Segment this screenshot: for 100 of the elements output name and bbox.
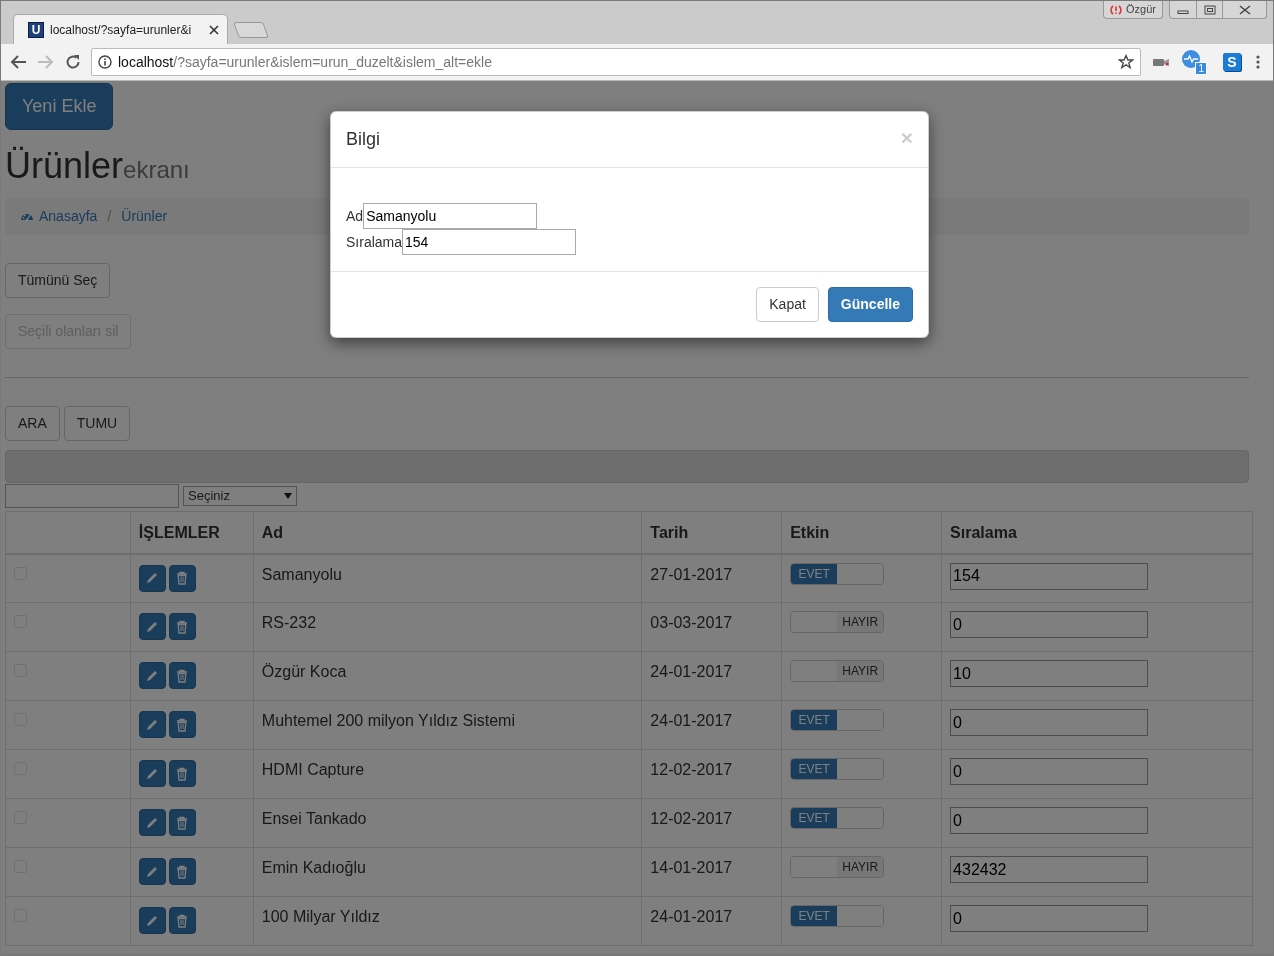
edit-button[interactable]	[138, 613, 166, 641]
breadcrumb-link[interactable]: Ürünler	[121, 205, 168, 227]
extension-logo[interactable]: S	[1223, 53, 1241, 71]
pulse-icon	[1181, 49, 1201, 69]
column-header: İŞLEMLER	[130, 511, 254, 554]
date-text: 12-02-2017	[650, 761, 733, 779]
field-label: Ad	[346, 206, 364, 226]
product-name: Emin Kadıoğlu	[261, 859, 366, 877]
page-subtitle: ekranı	[123, 156, 190, 183]
pencil-icon	[145, 766, 160, 781]
address-host: localhost	[118, 52, 174, 72]
pencil-icon	[145, 571, 160, 586]
profile-name: Özgür	[1126, 2, 1156, 18]
close-icon	[1238, 4, 1251, 15]
trash-icon	[176, 766, 189, 781]
address-path: /?sayfa=urunler&islem=urun_duzelt&islem_alt=ekle	[173, 52, 493, 72]
filter-field[interactable]	[5, 483, 179, 508]
edit-button[interactable]	[138, 564, 166, 592]
product-name: Muhtemel 200 milyon Yıldız Sistemi	[261, 712, 515, 730]
status-switch[interactable]: HAYIR	[790, 856, 885, 879]
date-text: 14-01-2017	[650, 859, 733, 877]
trash-icon	[176, 717, 189, 732]
update-button[interactable]: Güncelle	[827, 287, 913, 322]
modal-title: Bilgi	[346, 128, 380, 151]
status-switch[interactable]: EVET	[790, 807, 885, 830]
tab-title: localhost/?sayfa=urunler&i	[50, 21, 193, 39]
column-header: Ad	[253, 511, 642, 554]
maximize-icon	[1203, 4, 1216, 15]
order-field[interactable]: 10	[950, 660, 1149, 688]
select-all-button[interactable]: Tümünü Seç	[5, 262, 111, 298]
text-field[interactable]: 154	[402, 229, 577, 255]
status-switch[interactable]: EVET	[790, 905, 885, 928]
edit-button[interactable]	[138, 662, 166, 690]
delete-button[interactable]	[168, 809, 196, 837]
browser-tab[interactable]: U localhost/?sayfa=urunler&i	[13, 14, 228, 44]
edit-button[interactable]	[138, 809, 166, 837]
column-header: Tarih	[641, 511, 782, 554]
status-switch[interactable]: EVET	[790, 758, 885, 781]
close-dialog-button[interactable]: Kapat	[756, 287, 819, 322]
info-icon[interactable]	[98, 55, 112, 69]
address-bar[interactable]: localhost/?sayfa=urunler&islem=urun_duzelt&islem_alt=ekle	[91, 48, 1141, 76]
date-text: 27-01-2017	[650, 565, 733, 583]
pencil-icon	[145, 668, 160, 683]
notification-badge: 1	[1195, 62, 1207, 75]
star-icon[interactable]	[1118, 54, 1134, 70]
favicon: U	[28, 21, 44, 38]
delete-button[interactable]	[168, 662, 196, 690]
order-field[interactable]: 0	[950, 807, 1149, 835]
order-field[interactable]: 0	[950, 611, 1149, 639]
order-field[interactable]: 0	[950, 758, 1149, 786]
back-icon[interactable]	[9, 54, 27, 70]
reload-icon[interactable]	[65, 54, 81, 70]
trash-icon	[176, 913, 189, 928]
close-icon[interactable]	[209, 24, 219, 35]
delete-button[interactable]	[168, 564, 196, 592]
date-text: 24-01-2017	[650, 908, 733, 926]
new-tab-button[interactable]	[233, 22, 269, 38]
text-field[interactable]: Samanyolu	[363, 203, 538, 229]
search-button[interactable]: TUMU	[63, 405, 131, 441]
product-name: Özgür Koca	[261, 663, 347, 681]
search-button[interactable]: ARA	[5, 405, 60, 441]
date-text: 24-01-2017	[650, 712, 733, 730]
extension-button[interactable]: 1	[1181, 49, 1207, 75]
trash-icon	[176, 668, 189, 683]
status-switch[interactable]: HAYIR	[790, 611, 885, 634]
forward-icon[interactable]	[37, 54, 55, 70]
pencil-icon	[145, 619, 160, 634]
edit-button[interactable]	[138, 711, 166, 739]
delete-button[interactable]	[168, 907, 196, 935]
pencil-icon	[145, 864, 160, 879]
pencil-icon	[145, 717, 160, 732]
page-title: Ürünler	[5, 145, 124, 186]
order-field[interactable]: 432432	[950, 856, 1149, 884]
new-button[interactable]: Yeni Ekle	[5, 83, 114, 130]
status-switch[interactable]: HAYIR	[790, 660, 885, 683]
status-switch[interactable]: EVET	[790, 562, 885, 585]
pencil-icon	[145, 913, 160, 928]
date-text: 03-03-2017	[650, 614, 733, 632]
product-name: RS-232	[261, 614, 317, 632]
edit-button[interactable]	[138, 858, 166, 886]
select-value: Seçiniz	[188, 486, 230, 505]
column-header: Etkin	[781, 511, 942, 554]
delete-button[interactable]	[168, 760, 196, 788]
profile-button[interactable]: Özgür	[1103, 1, 1163, 19]
edit-button[interactable]	[138, 907, 166, 935]
delete-button[interactable]	[168, 711, 196, 739]
edit-button[interactable]	[138, 760, 166, 788]
delete-button[interactable]	[168, 858, 196, 886]
filter-select[interactable]: Seçiniz	[183, 485, 297, 506]
order-field[interactable]: 0	[950, 709, 1149, 737]
pencil-icon	[145, 815, 160, 830]
breadcrumb-separator: /	[106, 206, 113, 226]
order-field[interactable]: 154	[950, 562, 1149, 590]
delete-button[interactable]	[168, 613, 196, 641]
breadcrumb-link[interactable]: Anasayfa	[39, 205, 98, 227]
trash-icon	[176, 619, 189, 634]
product-name: 100 Milyar Yıldız	[261, 908, 380, 926]
order-field[interactable]: 0	[950, 905, 1149, 933]
status-switch[interactable]: EVET	[790, 709, 885, 732]
field-label: Sıralama	[346, 232, 403, 252]
